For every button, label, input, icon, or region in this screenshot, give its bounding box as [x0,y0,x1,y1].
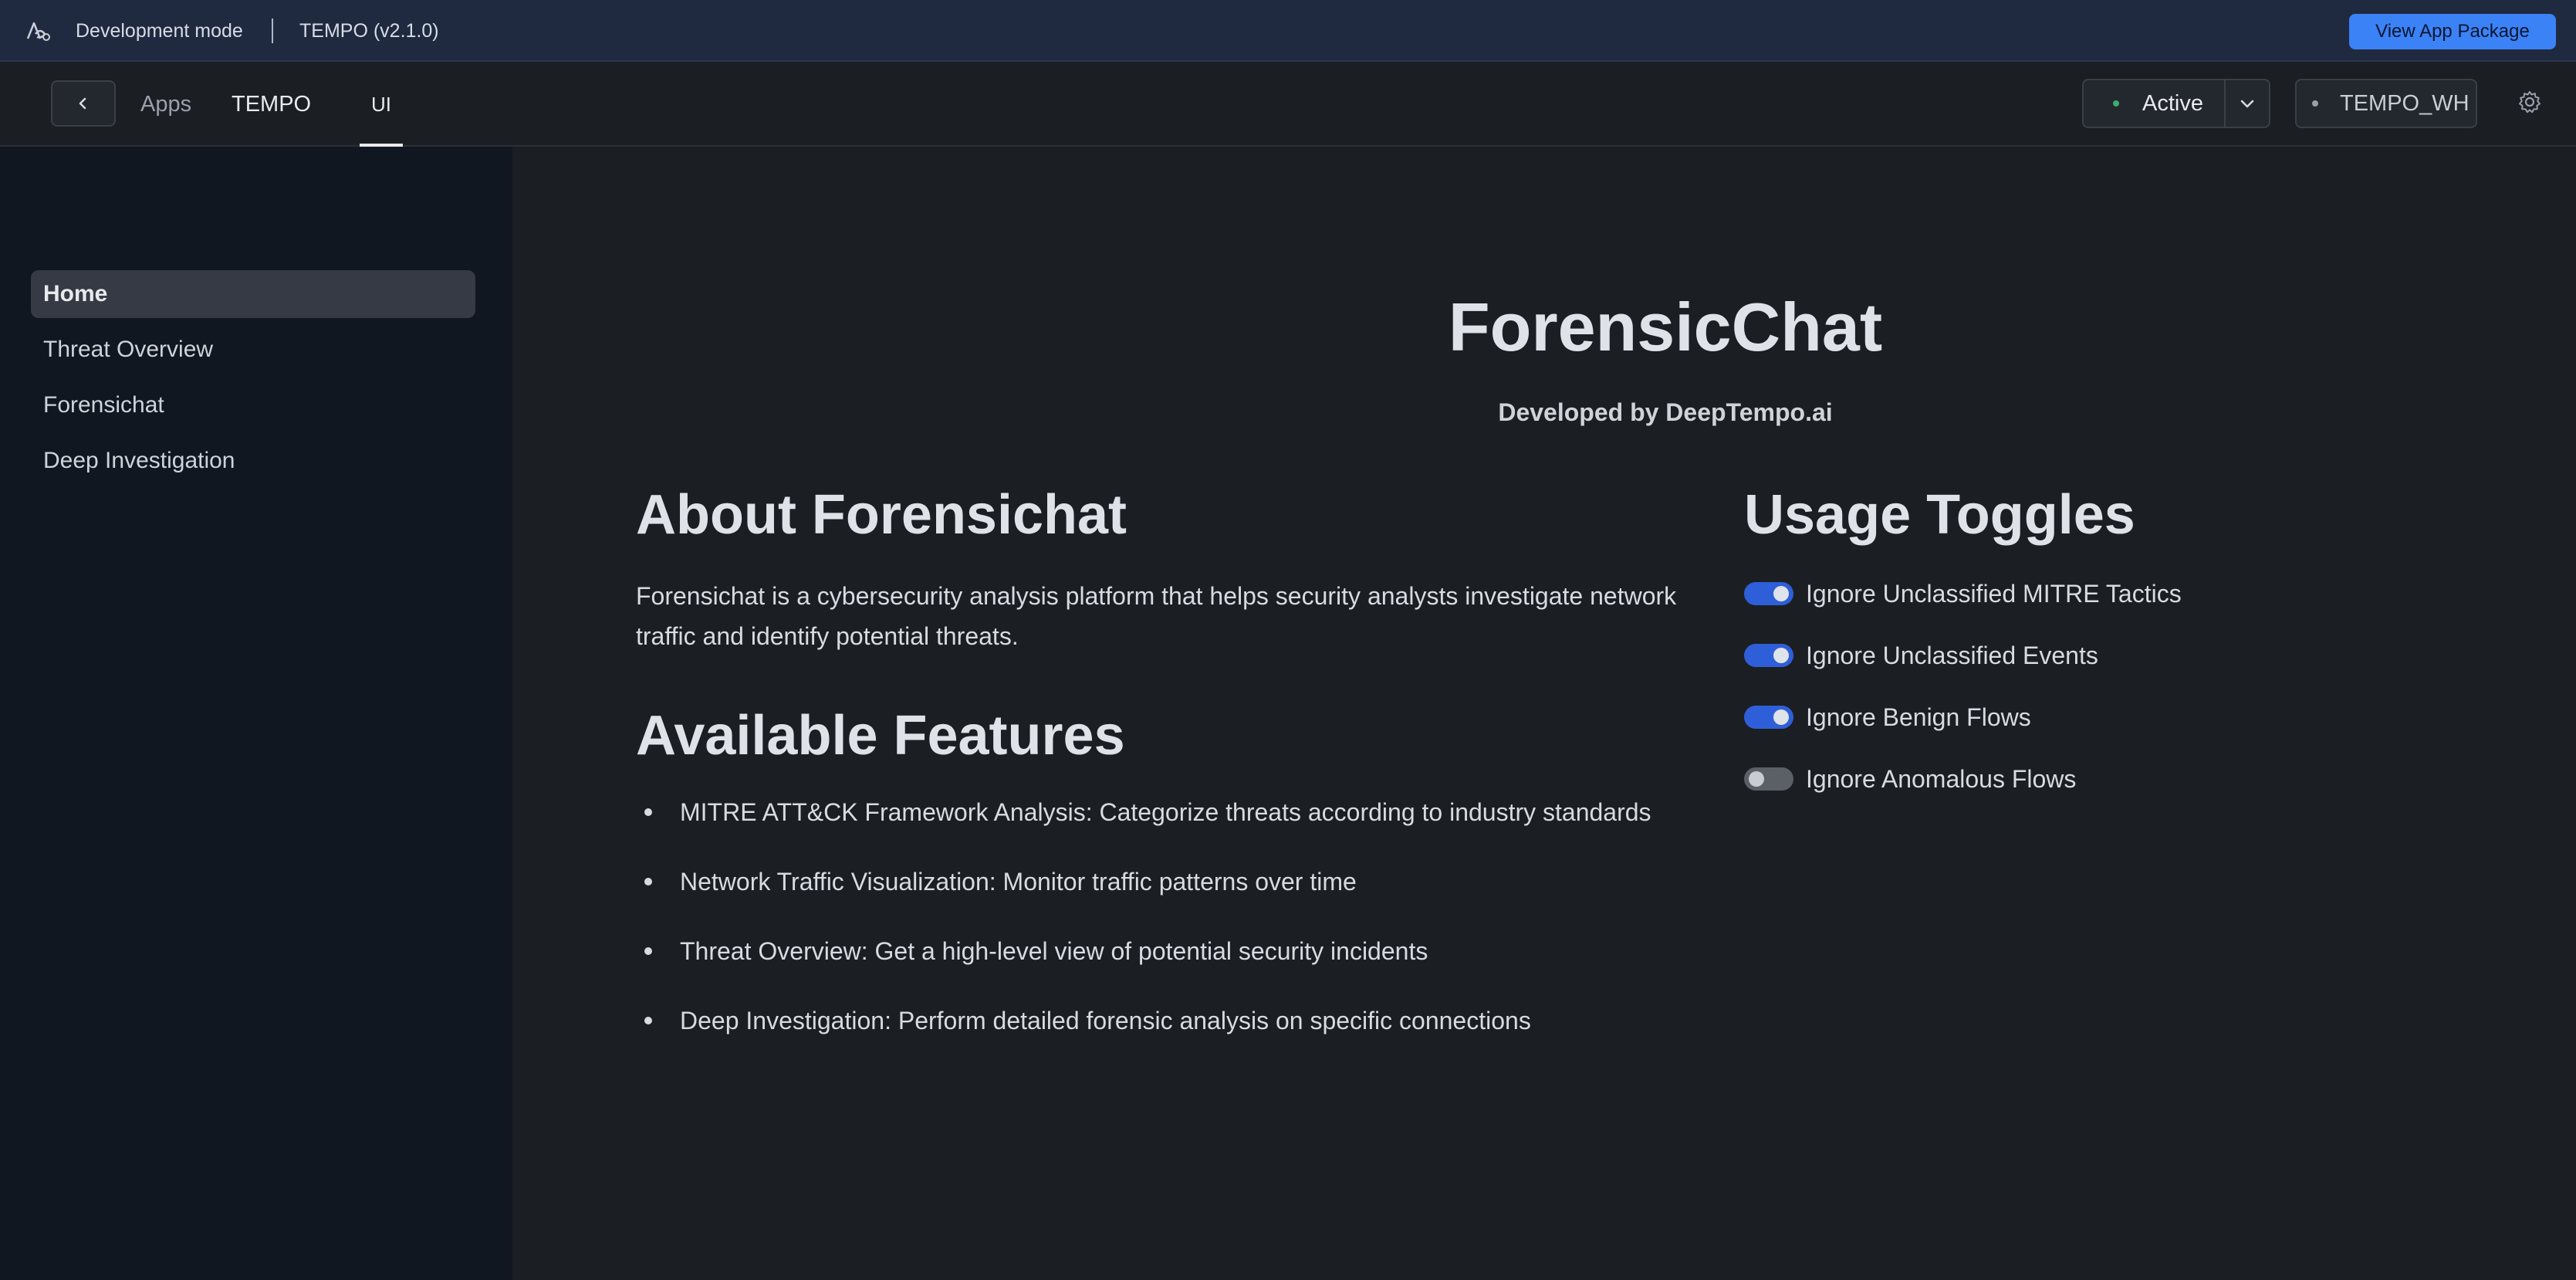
toggle-knob [1773,648,1789,663]
app-version-label: TEMPO (v2.1.0) [299,19,439,42]
sidebar-item-home[interactable]: Home [31,270,475,318]
toggle-label: Ignore Anomalous Flows [1806,764,2077,793]
bullet-icon [644,947,652,955]
breadcrumb-app-name: TEMPO [232,91,312,117]
features-list: MITRE ATT&CK Framework Analysis: Categor… [636,795,1651,1073]
feature-text: Network Traffic Visualization: Monitor t… [680,868,1357,896]
dev-mode-label: Development mode [76,19,243,42]
feature-text: Deep Investigation: Perform detailed for… [680,1007,1531,1034]
status-button[interactable]: Active [2084,80,2226,127]
status-dot-icon [2113,100,2119,107]
features-heading: Available Features [636,705,1125,767]
toggle-switch[interactable] [1744,706,1793,729]
gear-icon[interactable] [2516,88,2544,116]
streamlit-logo-icon [26,22,50,41]
view-app-package-button[interactable]: View App Package [2349,14,2556,49]
bullet-icon [644,1017,652,1024]
app-header: Apps TEMPO UI Active TEMPO_WH [0,62,2576,147]
toggle-label: Ignore Unclassified Events [1806,641,2098,669]
toggle-knob [1773,586,1789,601]
status-label: Active [2142,90,2203,116]
bullet-icon [644,808,652,816]
usage-toggles-heading: Usage Toggles [1744,484,2135,546]
toggle-label: Ignore Benign Flows [1806,703,2031,731]
toggle-switch[interactable] [1744,582,1793,605]
page-subtitle: Developed by DeepTempo.ai [1498,398,1833,426]
breadcrumb-apps[interactable]: Apps [140,62,191,147]
toggle-ignore-benign-flows[interactable]: Ignore Benign Flows [1744,698,2031,737]
page-title: ForensicChat [1448,289,1883,365]
sidebar-item-deep-investigation[interactable]: Deep Investigation [31,437,475,485]
chevron-down-icon [2240,100,2254,108]
list-item: MITRE ATT&CK Framework Analysis: Categor… [636,795,1651,865]
toggle-knob [1773,709,1789,725]
sidebar-item-forensichat[interactable]: Forensichat [31,381,475,429]
about-text: Forensichat is a cybersecurity analysis … [636,582,1677,650]
feature-text: Threat Overview: Get a high-level view o… [680,937,1428,965]
warehouse-dot-icon [2312,100,2318,107]
list-item: Deep Investigation: Perform detailed for… [636,1004,1651,1073]
bullet-icon [644,878,652,886]
list-item: Network Traffic Visualization: Monitor t… [636,865,1651,934]
dev-mode-banner: Development mode TEMPO (v2.1.0) View App… [0,0,2576,62]
main-content: ForensicChat Developed by DeepTempo.ai A… [512,147,2576,1280]
toggle-ignore-anomalous-flows[interactable]: Ignore Anomalous Flows [1744,760,2076,798]
warehouse-selector[interactable]: TEMPO_WH [2295,79,2477,128]
tab-ui[interactable]: UI [360,62,403,147]
sidebar-item-label: Deep Investigation [43,448,235,473]
toggle-label: Ignore Unclassified MITRE Tactics [1806,579,2182,608]
sidebar-item-label: Home [43,281,108,306]
back-button[interactable] [51,80,116,127]
divider [272,19,273,43]
toggle-ignore-unclassified-mitre-tactics[interactable]: Ignore Unclassified MITRE Tactics [1744,574,2182,613]
toggle-ignore-unclassified-events[interactable]: Ignore Unclassified Events [1744,636,2098,675]
warehouse-label: TEMPO_WH [2340,90,2470,116]
status-dropdown-button[interactable] [2226,80,2269,127]
toggle-switch[interactable] [1744,644,1793,667]
sidebar-item-threat-overview[interactable]: Threat Overview [31,326,475,374]
chevron-left-icon [79,97,86,110]
toggle-knob [1749,771,1764,787]
app-status-control: Active [2082,79,2270,128]
tab-ui-label: UI [371,92,391,116]
list-item: Threat Overview: Get a high-level view o… [636,934,1651,1004]
about-heading: About Forensichat [636,484,1127,546]
feature-text: MITRE ATT&CK Framework Analysis: Categor… [680,798,1651,826]
toggle-switch[interactable] [1744,767,1793,791]
sidebar-item-label: Forensichat [43,392,164,418]
sidebar: Home Threat Overview Forensichat Deep In… [0,147,512,1280]
sidebar-item-label: Threat Overview [43,337,214,362]
